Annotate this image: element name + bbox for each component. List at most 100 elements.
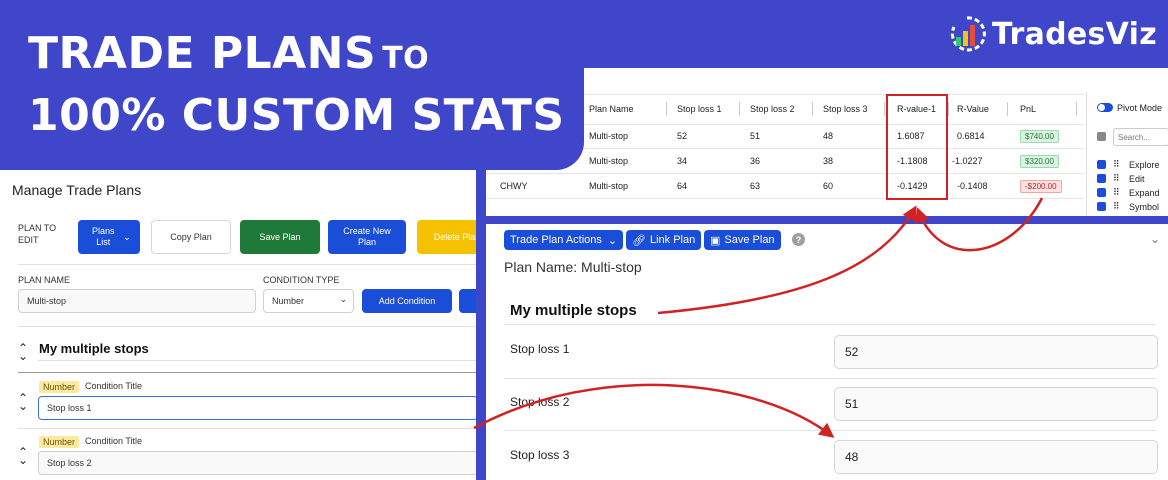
reorder-icon[interactable]: ⌃ ⌄ <box>18 392 28 412</box>
cell-plan-name: Multi-stop <box>589 156 629 166</box>
column-checkbox[interactable] <box>1097 202 1106 211</box>
divider <box>18 428 476 429</box>
link-plan-button[interactable]: 🔗︎ Link Plan <box>626 230 702 250</box>
brand-name: TradesViz <box>992 16 1158 52</box>
trade-plan-actions-button[interactable]: Trade Plan Actions ⌄ <box>504 230 624 250</box>
drag-handle-icon[interactable]: ⠿ <box>1113 173 1120 184</box>
pivot-mode-toggle[interactable] <box>1097 103 1113 112</box>
link-icon: 🔗︎ <box>632 234 646 247</box>
cell-stop-loss-1: 34 <box>677 156 688 166</box>
divider <box>18 326 476 327</box>
column-checkbox[interactable] <box>1097 174 1106 183</box>
hero-banner: TRADE PLANS TO 100% CUSTOM STATS <box>0 0 584 170</box>
column-separator <box>812 102 813 116</box>
condition-type-label: CONDITION TYPE <box>263 275 340 285</box>
chevron-down-icon: ⌄ <box>123 231 131 242</box>
cell-plan-name: Multi-stop <box>589 181 629 191</box>
row-border <box>486 198 1084 199</box>
help-icon[interactable]: ? <box>792 233 805 246</box>
plan-name-input[interactable]: Multi-stop <box>18 289 256 313</box>
trades-grid: Plan Name Stop loss 1 Stop loss 2 Stop l… <box>486 68 1168 216</box>
condition-title-input[interactable]: Stop loss 2 <box>38 451 476 475</box>
section-title: My multiple stops <box>39 341 149 356</box>
chevron-down-icon[interactable]: ⌄ <box>1150 232 1160 246</box>
plan-name-label: PLAN NAME <box>18 275 71 285</box>
cell-stop-loss-1: 64 <box>677 181 688 191</box>
condition-title-input[interactable]: Stop loss 1 <box>38 396 476 420</box>
cell-plan-name: Multi-stop <box>589 131 629 141</box>
divider <box>504 430 1156 431</box>
column-header-stop-loss-3[interactable]: Stop loss 3 <box>823 94 868 124</box>
chevron-down-icon: ⌄ <box>339 294 347 304</box>
plan-to-edit-label: PLAN TO EDIT <box>18 223 57 245</box>
column-separator <box>666 102 667 116</box>
columns-sidebar: Pivot Mode Search... ⠿ Explore ⠿ Edit ⠿ … <box>1086 92 1168 216</box>
row-border <box>486 173 1084 174</box>
column-header-stop-loss-1[interactable]: Stop loss 1 <box>677 94 722 124</box>
column-name: Symbol <box>1129 202 1160 212</box>
drag-handle-icon[interactable]: ⠿ <box>1113 159 1120 170</box>
manage-title: Manage Trade Plans <box>12 182 142 198</box>
brand-logo: TradesViz <box>948 14 1168 54</box>
column-name: Explore <box>1129 160 1160 170</box>
add-condition-button[interactable]: Add Condition <box>362 289 452 313</box>
column-header-pnl[interactable]: PnL <box>1020 94 1036 124</box>
r-value-1-highlight <box>886 94 948 200</box>
column-name: Expand <box>1129 188 1160 198</box>
extra-action-button[interactable] <box>459 289 476 313</box>
delete-plan-button[interactable]: Delete Plan <box>417 220 476 254</box>
plans-list-button[interactable]: Plans List ⌄ <box>78 220 140 254</box>
column-name: Edit <box>1129 174 1145 184</box>
column-header-plan-name[interactable]: Plan Name <box>589 94 634 124</box>
cell-stop-loss-2: 36 <box>750 156 761 166</box>
copy-plan-button[interactable]: Copy Plan <box>151 220 231 254</box>
number-badge: Number <box>39 381 80 393</box>
cell-r-value: -0.1408 <box>957 181 988 191</box>
column-header-stop-loss-2[interactable]: Stop loss 2 <box>750 94 795 124</box>
column-separator <box>1007 102 1008 116</box>
column-header-r-value[interactable]: R-Value <box>957 94 989 124</box>
field-label: Stop loss 2 <box>510 395 570 409</box>
column-search-input[interactable]: Search... <box>1113 128 1168 146</box>
cell-pnl: $320.00 <box>1020 155 1059 168</box>
cell-pnl: $740.00 <box>1020 130 1059 143</box>
cell-stop-loss-3: 48 <box>823 131 834 141</box>
cell-symbol: CHWY <box>500 181 528 191</box>
plan-name-heading: Plan Name: Multi-stop <box>504 259 642 275</box>
stop-loss-3-input[interactable]: 48 <box>834 440 1158 474</box>
cell-r-value: 0.6814 <box>957 131 985 141</box>
divider <box>18 264 476 265</box>
stop-loss-1-input[interactable]: 52 <box>834 335 1158 369</box>
cell-stop-loss-2: 63 <box>750 181 761 191</box>
save-plan-button[interactable]: Save Plan <box>240 220 320 254</box>
drag-handle-icon[interactable]: ⠿ <box>1113 201 1120 212</box>
hero-title-line2: 100% CUSTOM STATS <box>28 90 565 141</box>
column-separator <box>1076 102 1077 116</box>
save-icon: ▣ <box>710 234 721 247</box>
divider <box>38 360 476 361</box>
cell-stop-loss-3: 60 <box>823 181 834 191</box>
cell-r-value: -1.0227 <box>952 156 983 166</box>
drag-handle-icon[interactable]: ⠿ <box>1113 187 1120 198</box>
cell-stop-loss-2: 51 <box>750 131 761 141</box>
column-separator <box>948 102 949 116</box>
tradesviz-logo-icon <box>950 16 986 52</box>
manage-trade-plans-panel: Manage Trade Plans PLAN TO EDIT Plans Li… <box>0 170 478 480</box>
save-plan-button[interactable]: ▣ Save Plan <box>704 230 781 250</box>
reorder-icon[interactable]: ⌃ ⌄ <box>18 342 28 362</box>
reorder-icon[interactable]: ⌃ ⌄ <box>18 446 28 466</box>
stop-loss-2-input[interactable]: 51 <box>834 387 1158 421</box>
create-new-plan-button[interactable]: Create New Plan <box>328 220 406 254</box>
select-all-checkbox[interactable] <box>1097 132 1106 141</box>
field-label: Stop loss 3 <box>510 448 570 462</box>
trade-plan-panel: Trade Plan Actions ⌄ 🔗︎ Link Plan ▣ Save… <box>486 224 1168 480</box>
column-checkbox[interactable] <box>1097 160 1106 169</box>
condition-title-label: Condition Title <box>85 381 143 391</box>
number-badge: Number <box>39 436 80 448</box>
column-separator <box>884 102 885 116</box>
column-checkbox[interactable] <box>1097 188 1106 197</box>
condition-type-select[interactable]: Number ⌄ <box>263 289 354 313</box>
divider <box>504 324 1156 325</box>
cell-pnl: -$200.00 <box>1020 180 1062 193</box>
cell-stop-loss-3: 38 <box>823 156 834 166</box>
